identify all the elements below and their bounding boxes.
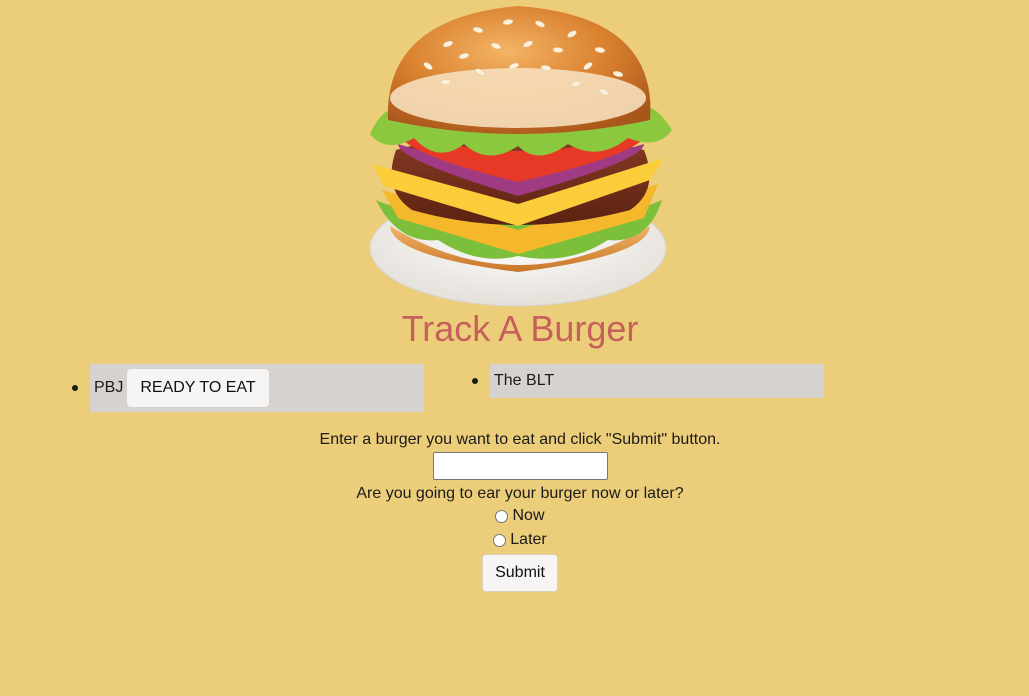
page-title: Track A Burger <box>401 308 639 349</box>
add-burger-form: Enter a burger you want to eat and click… <box>0 430 1029 592</box>
list-item: The BLT <box>472 364 824 398</box>
not-devoured-list: PBJ READY TO EAT <box>72 364 424 412</box>
burger-name: PBJ <box>94 379 124 396</box>
later-label: Later <box>510 531 547 548</box>
list-item: PBJ READY TO EAT <box>72 364 424 412</box>
option-now[interactable]: Now <box>0 504 1029 528</box>
now-radio[interactable] <box>495 509 509 523</box>
devoured-list: The BLT <box>472 364 824 398</box>
eat-time-question: Are you going to ear your burger now or … <box>356 485 684 502</box>
bullet-icon <box>472 378 478 384</box>
option-later[interactable]: Later <box>0 528 1029 552</box>
bullet-icon <box>72 385 78 391</box>
now-label: Now <box>512 507 545 524</box>
burger-illustration <box>368 4 674 308</box>
form-prompt: Enter a burger you want to eat and click… <box>319 431 721 448</box>
page: Track A Burger PBJ READY TO EAT The BLT … <box>0 0 1029 696</box>
later-radio[interactable] <box>493 533 507 547</box>
burger-name-input[interactable] <box>432 452 608 480</box>
burger-name: The BLT <box>494 372 555 389</box>
ready-to-eat-button[interactable]: READY TO EAT <box>127 369 269 407</box>
submit-button[interactable]: Submit <box>482 554 558 592</box>
